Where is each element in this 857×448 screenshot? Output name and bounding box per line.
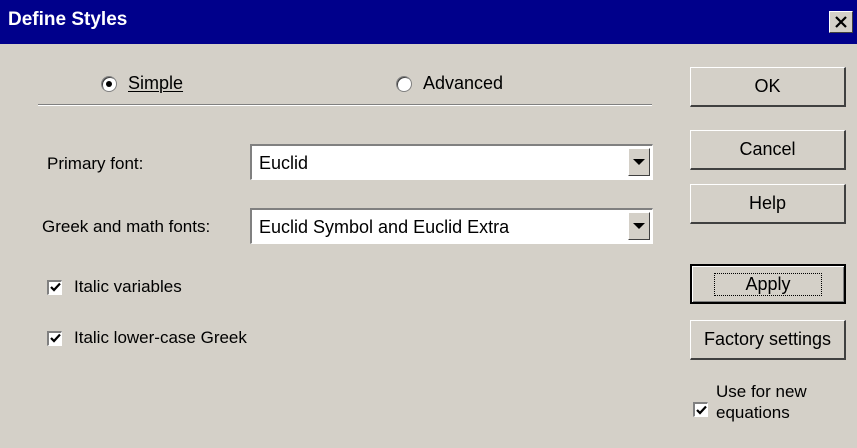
italic-lower-greek-checkbox[interactable]: Italic lower-case Greek [47,328,247,348]
chevron-down-icon [633,159,645,165]
primary-font-select[interactable]: Euclid [250,144,653,180]
simple-radio-label: Simple [128,73,184,93]
factory-settings-button[interactable]: Factory settings [690,320,846,360]
checkmark-icon [693,402,708,417]
primary-font-label: Primary font: [47,154,144,173]
apply-button[interactable]: Apply [690,264,846,304]
separator [38,104,652,106]
primary-font-dropdown-button[interactable] [628,148,650,176]
use-for-new-line2: equations [716,403,790,422]
define-styles-dialog: Define Styles Simple Advanced Primary fo… [0,0,857,448]
close-icon [835,16,847,28]
greek-math-fonts-select[interactable]: Euclid Symbol and Euclid Extra [250,208,653,244]
checkmark-icon [47,279,62,295]
radio-unselected-icon [396,75,412,92]
italic-variables-checkbox[interactable]: Italic variables [47,277,182,297]
chevron-down-icon [633,223,645,229]
close-button[interactable] [829,11,853,33]
greek-math-fonts-dropdown-button[interactable] [628,212,650,240]
checkmark-icon [47,330,62,346]
help-button[interactable]: Help [690,184,846,224]
greek-math-fonts-label: Greek and math fonts: [42,217,211,236]
primary-font-value: Euclid [259,153,309,173]
simple-radio[interactable]: Simple [101,73,183,94]
ok-button[interactable]: OK [690,67,846,107]
italic-variables-label: Italic variables [74,277,182,296]
greek-math-fonts-value: Euclid Symbol and Euclid Extra [259,217,510,237]
title-bar: Define Styles [0,0,857,44]
cancel-button[interactable]: Cancel [690,130,846,170]
use-for-new-equations-label: Use for new equations [716,381,807,423]
use-for-new-equations-checkbox[interactable]: Use for new equations [693,381,807,423]
dialog-content: Simple Advanced Primary font: Euclid Gre… [0,44,857,448]
use-for-new-line1: Use for new [716,382,807,401]
advanced-radio[interactable]: Advanced [396,73,503,94]
window-title: Define Styles [8,9,128,30]
italic-lower-greek-label: Italic lower-case Greek [74,328,247,347]
radio-selected-icon [101,75,117,92]
advanced-radio-label: Advanced [423,73,504,93]
apply-button-label: Apply [714,272,822,296]
